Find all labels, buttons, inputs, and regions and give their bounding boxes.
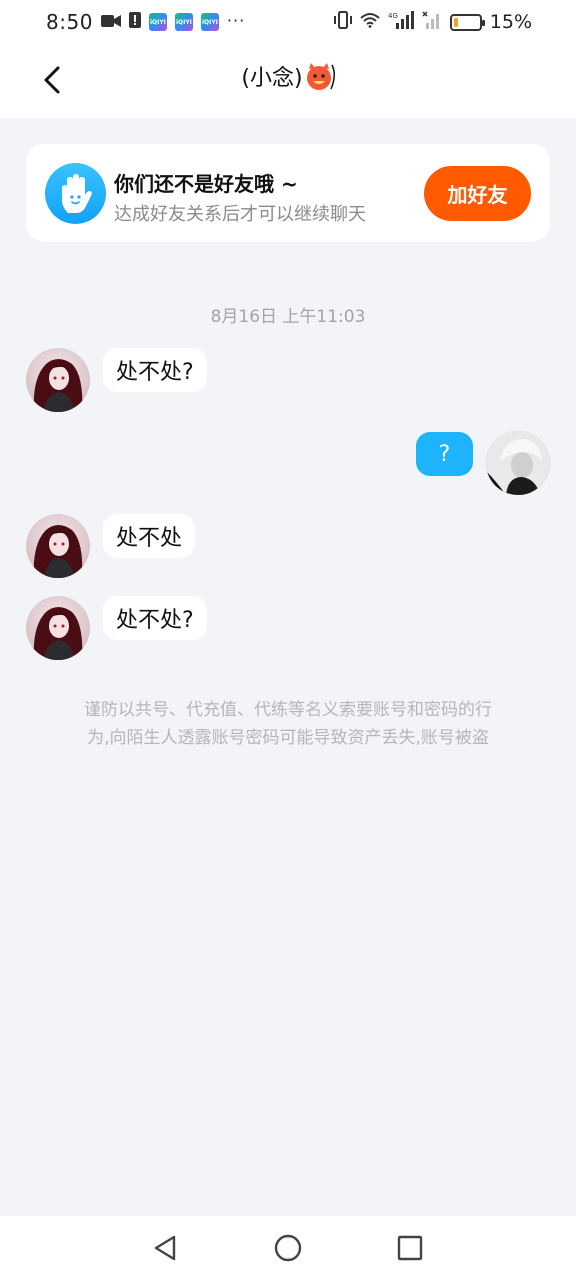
nav-home-button[interactable] [272,1232,304,1264]
triangle-back-icon [154,1235,176,1261]
status-time: 8:50 [46,10,93,34]
message-bubble-incoming[interactable]: 处不处? [103,348,207,392]
square-recents-icon [397,1235,423,1261]
chat-timestamp: 8月16日 上午11:03 [210,307,366,327]
status-bar: 8:50 iQIYI iQIYI iQIYI ··· 4G 15% [0,0,576,44]
nav-recents-button[interactable] [394,1232,426,1264]
status-right: 4G 15% [333,10,532,34]
add-friend-button[interactable]: 加好友 [424,166,531,221]
system-navigation-bar [0,1216,576,1280]
friend-card-title: 你们还不是好友哦 ~ [114,172,298,196]
circle-home-icon [274,1234,302,1262]
friend-card-subtitle: 达成好友关系后才可以继续聊天 [114,204,366,225]
security-warning: 谨防以共号、代充值、代练等名义索要账号和密码的行 为,向陌生人透露账号密码可能导… [44,696,532,752]
battery-percent: 15% [489,11,532,33]
contact-name-title: (小念) [0,60,576,92]
security-warning-line: 谨防以共号、代充值、代练等名义索要账号和密码的行 [84,700,492,720]
iqiyi-app-icon: iQIYI [174,13,193,31]
contact-avatar[interactable] [26,596,90,660]
status-left: 8:50 iQIYI iQIYI iQIYI ··· [46,10,245,34]
contact-name: (小念) [241,66,303,91]
signal-4g-icon: 4G [388,10,414,34]
iqiyi-app-icon: iQIYI [148,13,167,31]
chat-header: (小念) [0,44,576,118]
battery-level [453,17,458,27]
wifi-icon [360,11,380,33]
nav-back-button[interactable] [149,1232,181,1264]
vibrate-icon [333,10,352,34]
my-avatar[interactable] [486,431,550,495]
friend-request-card: 你们还不是好友哦 ~ 达成好友关系后才可以继续聊天 加好友 [26,144,550,242]
network-label: 4G [388,12,398,20]
message-bubble-incoming[interactable]: 处不处? [103,596,207,640]
battery-icon [449,13,485,31]
waving-hand-icon [45,163,106,224]
iqiyi-app-icon: iQIYI [200,13,219,31]
message-bubble-incoming[interactable]: 处不处 [103,514,196,558]
video-camera-icon [100,11,121,33]
devil-face-emoji-icon [305,61,335,91]
message-bubble-outgoing[interactable]: ? [416,432,473,476]
security-warning-line: 为,向陌生人透露账号密码可能导致资产丢失,账号被盗 [87,728,489,748]
more-notifications-icon: ··· [226,10,246,30]
signal-no-service-icon [422,10,442,34]
sim-alert-icon [128,11,141,34]
contact-avatar[interactable] [26,514,90,578]
contact-avatar[interactable] [26,348,90,412]
